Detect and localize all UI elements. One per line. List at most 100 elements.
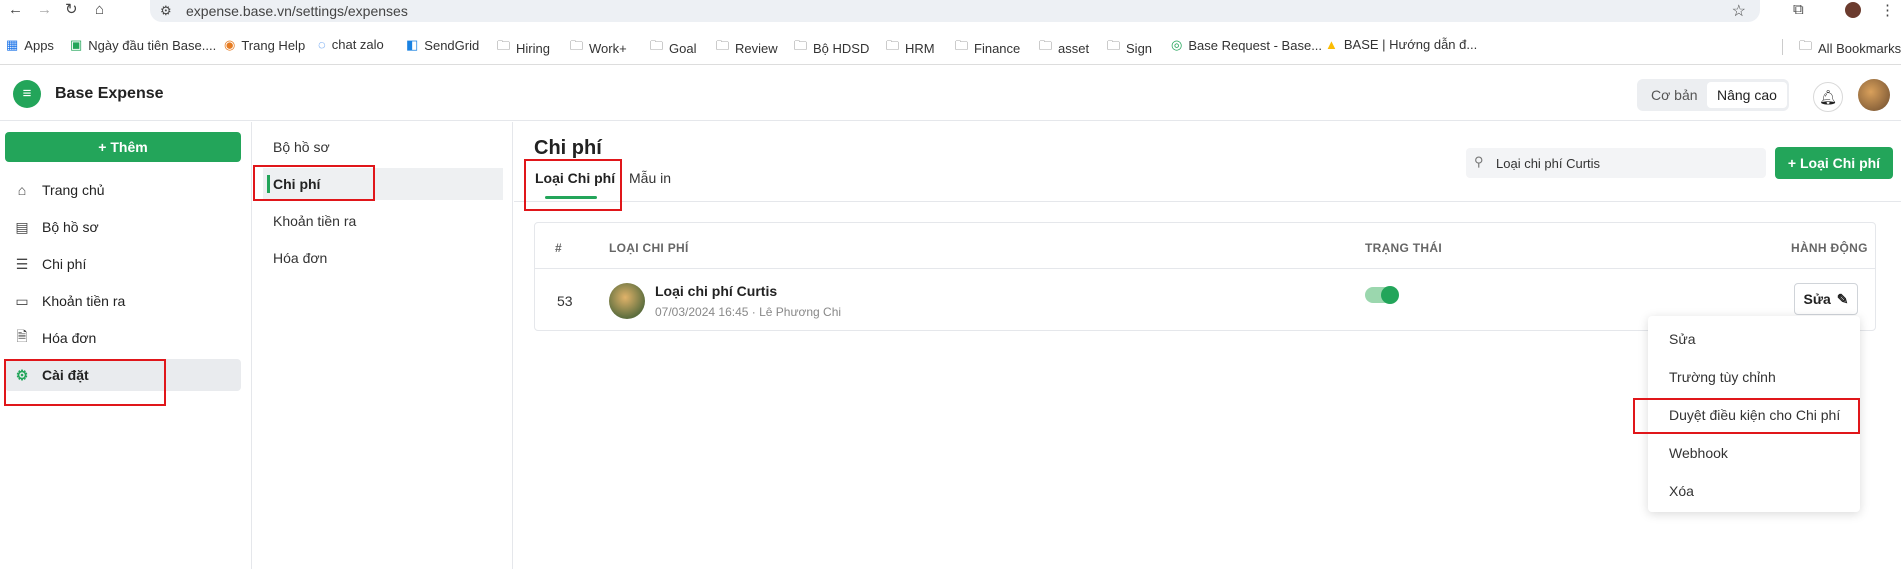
address-bar[interactable]: ⚙ expense.base.vn/settings/expenses ☆ <box>150 0 1760 22</box>
folder-icon: 🗀 <box>886 38 900 53</box>
dropdown-item-webhook[interactable]: Webhook <box>1648 437 1860 469</box>
sidebar-item-expenses[interactable]: ☰ Chi phí <box>5 248 241 280</box>
bookmark-item[interactable]: ▣ Ngày đầu tiên Base.... <box>70 37 216 53</box>
expense-type-name[interactable]: Loại chi phí Curtis <box>655 283 777 299</box>
sidebar-item-label: Hóa đơn <box>42 330 97 346</box>
submenu-item-payments[interactable]: Khoản tiền ra <box>263 205 503 237</box>
bookmark-item[interactable]: ◉ Trang Help <box>224 37 305 53</box>
bookmark-label: All Bookmarks <box>1818 40 1901 56</box>
bookmark-label: HRM <box>905 40 935 56</box>
bookmark-label: Finance <box>974 40 1021 56</box>
column-header-status: TRẠNG THÁI <box>1365 241 1442 255</box>
forward-icon[interactable]: → <box>37 1 52 19</box>
expense-types-table: # LOẠI CHI PHÍ TRẠNG THÁI HÀNH ĐỘNG 53 L… <box>534 222 1876 331</box>
bookmark-item[interactable]: ◌ chat zalo <box>318 37 384 52</box>
dropdown-item-custom-fields[interactable]: Trường tùy chỉnh <box>1648 361 1860 393</box>
app-title: Base Expense <box>55 85 164 102</box>
mode-toggle: Cơ bản Nâng cao <box>1637 79 1789 111</box>
colorful-logo-icon: ◉ <box>224 37 236 52</box>
bookmark-label: SendGrid <box>424 37 480 53</box>
sheets-icon: ▣ <box>70 37 83 52</box>
column-header-number: # <box>555 241 562 255</box>
bookmark-item[interactable]: ◧ SendGrid <box>406 37 479 53</box>
bookmark-label: Work+ <box>589 40 627 56</box>
bookmark-item[interactable]: ▲ BASE | Hướng dẫn đ... <box>1325 37 1477 52</box>
tabs-divider <box>514 201 1901 202</box>
sidebar-item-payments[interactable]: ▭ Khoản tiền ra <box>5 285 241 317</box>
reload-icon[interactable]: ↻ <box>65 1 78 19</box>
bookmark-label: Goal <box>669 40 697 56</box>
browser-menu-icon[interactable]: ⋮ <box>1880 1 1895 19</box>
bookmark-apps[interactable]: ▦ Apps <box>6 37 54 53</box>
add-button[interactable]: + Thêm <box>5 132 241 162</box>
home-browser-icon[interactable]: ⌂ <box>95 1 104 19</box>
bookmark-folder[interactable]: 🗀 asset <box>1039 37 1089 59</box>
browser-toolbar: ← → ↻ ⌂ ⚙ expense.base.vn/settings/expen… <box>0 0 1901 22</box>
all-bookmarks[interactable]: 🗀 All Bookmarks <box>1799 37 1901 59</box>
bookmarks-bar: ▦ Apps ▣ Ngày đầu tiên Base.... ◉ Trang Hel… <box>0 34 1901 58</box>
bookmark-folder[interactable]: 🗀 Work+ <box>570 37 627 59</box>
bookmark-folder[interactable]: 🗀 Hiring <box>497 37 550 59</box>
folder-icon: 🗀 <box>794 38 808 53</box>
mode-advanced-button[interactable]: Nâng cao <box>1707 82 1787 108</box>
document-icon: ▤ <box>15 218 29 235</box>
folder-icon: 🗀 <box>497 38 511 53</box>
list-icon: ☰ <box>15 255 29 272</box>
folder-icon: 🗀 <box>570 38 584 53</box>
bookmark-star-icon[interactable]: ☆ <box>1732 1 1746 21</box>
bookmark-label: chat zalo <box>331 37 384 52</box>
extensions-icon[interactable]: ⧉ <box>1793 1 1804 18</box>
dropdown-item-edit[interactable]: Sửa <box>1648 323 1860 355</box>
drive-icon: ▲ <box>1325 37 1338 52</box>
bookmark-label: Base Request - Base... <box>1188 37 1323 53</box>
browser-profile-avatar[interactable] <box>1843 0 1863 20</box>
sidebar-item-label: Chi phí <box>42 256 87 272</box>
annotation-box-settings <box>4 359 166 406</box>
card-icon: ▭ <box>15 292 29 309</box>
invoice-icon: 🗎 <box>16 328 28 344</box>
bookmark-label: Apps <box>24 37 54 53</box>
sendgrid-icon: ◧ <box>406 37 419 52</box>
folder-icon: 🗀 <box>1799 38 1813 53</box>
edit-button[interactable]: Sửa ✎ <box>1794 283 1858 315</box>
dropdown-item-delete[interactable]: Xóa <box>1648 475 1860 507</box>
bookmark-label: Bộ HDSD <box>813 40 870 56</box>
bookmark-folder[interactable]: 🗀 Goal <box>650 37 696 59</box>
mode-basic-button[interactable]: Cơ bản <box>1641 82 1708 108</box>
add-expense-type-button[interactable]: + Loại Chi phí <box>1775 147 1893 179</box>
bookmark-folder[interactable]: 🗀 HRM <box>886 37 935 59</box>
search-icon: ⚲ <box>1474 154 1484 169</box>
row-number: 53 <box>557 293 573 309</box>
sidebar-item-home[interactable]: ⌂ Trang chủ <box>5 174 241 206</box>
site-settings-icon[interactable]: ⚙ <box>160 3 172 19</box>
pencil-icon: ✎ <box>1836 290 1849 307</box>
sidebar-item-label: Trang chủ <box>42 182 105 198</box>
back-icon[interactable]: ← <box>8 1 23 19</box>
sidebar: + Thêm ⌂ Trang chủ ▤ Bộ hồ sơ ☰ Chi phí ▭ Kh… <box>0 122 252 569</box>
sidebar-item-profiles[interactable]: ▤ Bộ hồ sơ <box>5 211 241 243</box>
annotation-box-approval-conditions <box>1633 398 1860 434</box>
bookmark-folder[interactable]: 🗀 Sign <box>1107 37 1152 59</box>
submenu-item-invoices[interactable]: Hóa đơn <box>263 242 503 274</box>
bookmark-label: Hiring <box>516 40 550 56</box>
submenu-item-profiles[interactable]: Bộ hồ sơ <box>263 131 503 163</box>
folder-icon: 🗀 <box>1107 38 1121 53</box>
bookmarks-separator <box>1782 39 1783 55</box>
bookmark-folder[interactable]: 🗀 Finance <box>955 37 1020 59</box>
base-expense-logo-icon[interactable]: ≡ <box>13 80 41 108</box>
bookmark-folder[interactable]: 🗀 Review <box>716 37 778 59</box>
row-avatar <box>609 283 645 319</box>
apps-grid-icon: ▦ <box>6 37 19 52</box>
zalo-icon: ◌ <box>318 37 326 52</box>
bookmark-item[interactable]: ◎ Base Request - Base... <box>1171 37 1322 53</box>
tab-print-templates[interactable]: Mẫu in <box>629 170 671 186</box>
column-header-type: LOẠI CHI PHÍ <box>609 241 689 255</box>
folder-icon: 🗀 <box>1039 38 1053 53</box>
expense-type-meta: 07/03/2024 16:45 · Lê Phương Chi <box>655 305 842 319</box>
search-input[interactable] <box>1496 153 1756 173</box>
status-toggle[interactable] <box>1365 286 1399 304</box>
notification-bell-icon[interactable]: 🔔︎ <box>1813 82 1843 112</box>
bookmark-folder[interactable]: 🗀 Bộ HDSD <box>794 37 869 59</box>
user-avatar[interactable] <box>1858 79 1890 111</box>
sidebar-item-invoices[interactable]: 🗎 Hóa đơn <box>5 322 241 354</box>
